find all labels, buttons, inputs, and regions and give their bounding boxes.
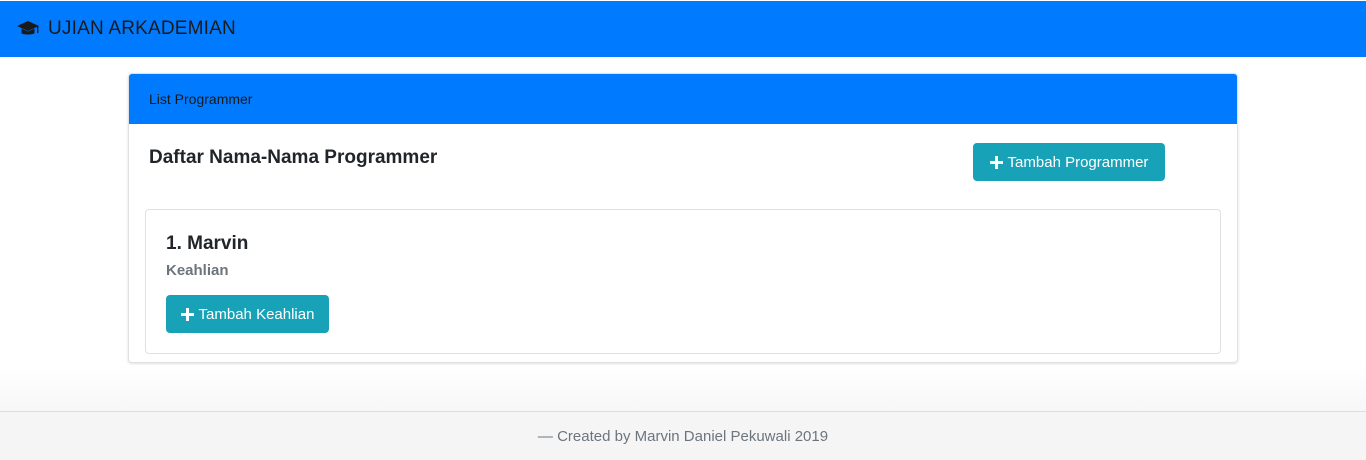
- card-header: List Programmer: [129, 74, 1237, 124]
- programmer-list-card: List Programmer Daftar Nama-Nama Program…: [128, 73, 1238, 363]
- section-title: Daftar Nama-Nama Programmer: [149, 147, 438, 168]
- programmer-item: 1. Marvin Keahlian Tambah Keahlian: [145, 209, 1221, 354]
- navbar-brand[interactable]: UJIAN ARKADEMIAN: [16, 18, 236, 40]
- footer: — Created by Marvin Daniel Pekuwali 2019: [0, 411, 1366, 460]
- top-navbar: UJIAN ARKADEMIAN: [0, 1, 1366, 57]
- add-skill-button[interactable]: Tambah Keahlian: [166, 295, 329, 333]
- brand-text: UJIAN ARKADEMIAN: [48, 18, 236, 39]
- plus-icon: [989, 155, 1003, 169]
- add-programmer-label: Tambah Programmer: [1007, 153, 1149, 171]
- programmer-name: 1. Marvin: [166, 233, 249, 254]
- page-spacer: [0, 365, 1366, 411]
- footer-text: — Created by Marvin Daniel Pekuwali 2019: [537, 427, 829, 445]
- add-programmer-button[interactable]: Tambah Programmer: [973, 143, 1165, 181]
- graduation-cap-icon: [16, 20, 40, 38]
- skill-label: Keahlian: [166, 262, 229, 279]
- plus-icon: [180, 307, 194, 321]
- add-skill-label: Tambah Keahlian: [198, 305, 315, 323]
